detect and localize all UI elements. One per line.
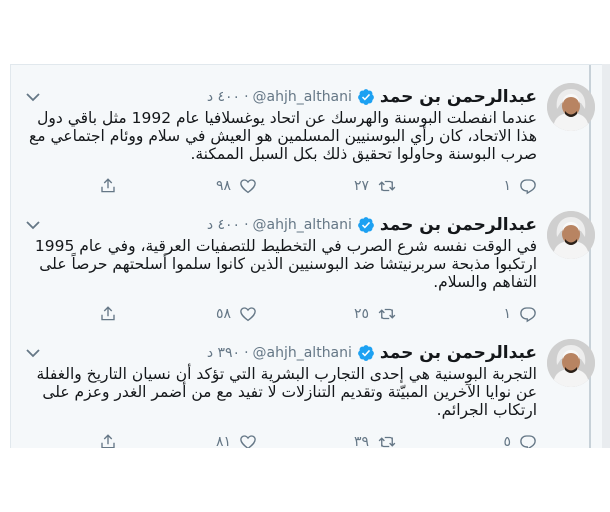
tweet-text: عندما انفصلت البوسنة والهرسك عن اتحاد يو… xyxy=(28,109,537,163)
avatar-photo-icon xyxy=(547,211,595,259)
display-name[interactable]: عبدالرحمن بن حمد xyxy=(380,87,537,107)
tweet-text: في الوقت نفسه شرع الصرب في التخطيط للتصف… xyxy=(34,237,537,291)
chevron-down-icon[interactable] xyxy=(25,89,41,105)
user-handle[interactable]: @ahjh_althani xyxy=(253,345,352,361)
tweet-timestamp[interactable]: ٤٠٠ د xyxy=(207,89,240,105)
reply-button[interactable]: ٥ xyxy=(503,432,537,449)
tweet[interactable]: عبدالرحمن بن حمد @ahjh_althani · ٤٠٠ د ع… xyxy=(11,65,603,195)
tweet-timestamp[interactable]: ٤٠٠ د xyxy=(207,217,240,233)
tweet-header: عبدالرحمن بن حمد @ahjh_althani · ٣٩٠ د xyxy=(21,341,537,365)
reply-count: ١ xyxy=(503,306,511,322)
retweet-count: ٢٥ xyxy=(353,306,369,322)
verified-badge-icon xyxy=(357,344,375,362)
retweet-count: ٢٧ xyxy=(353,178,369,194)
retweet-button[interactable]: ٣٩ xyxy=(354,432,397,449)
like-button[interactable]: ٨١ xyxy=(216,432,257,449)
chevron-down-icon[interactable] xyxy=(25,345,41,361)
user-handle[interactable]: @ahjh_althani xyxy=(253,89,352,105)
heart-icon xyxy=(240,435,256,449)
chevron-down-icon[interactable] xyxy=(25,217,41,233)
separator-dot: · xyxy=(244,89,249,105)
tweet-header: عبدالرحمن بن حمد @ahjh_althani · ٤٠٠ د xyxy=(21,85,537,109)
like-count: ٨١ xyxy=(215,434,231,449)
like-count: ٥٨ xyxy=(215,306,231,322)
avatar[interactable] xyxy=(547,211,595,259)
retweet-icon xyxy=(378,436,396,448)
avatar[interactable] xyxy=(547,83,595,131)
page-top-margin xyxy=(0,0,610,64)
reply-icon xyxy=(520,435,536,449)
verified-badge-icon xyxy=(357,216,375,234)
display-name[interactable]: عبدالرحمن بن حمد xyxy=(380,343,537,363)
tweet[interactable]: عبدالرحمن بن حمد @ahjh_althani · ٣٩٠ د ا… xyxy=(11,321,603,449)
avatar-photo-icon xyxy=(547,339,595,387)
tweet[interactable]: عبدالرحمن بن حمد @ahjh_althani · ٤٠٠ د ف… xyxy=(11,193,603,323)
page-bottom-margin xyxy=(0,448,610,512)
avatar[interactable] xyxy=(547,339,595,387)
tweet-actions: ٥ ٣٩ ٨١ xyxy=(77,432,537,449)
separator-dot: · xyxy=(244,217,249,233)
display-name[interactable]: عبدالرحمن بن حمد xyxy=(380,215,537,235)
separator-dot: · xyxy=(244,345,249,361)
user-handle[interactable]: @ahjh_althani xyxy=(253,217,352,233)
tweet-thread: عبدالرحمن بن حمد @ahjh_althani · ٤٠٠ د ع… xyxy=(10,64,603,449)
avatar-photo-icon xyxy=(547,83,595,131)
reply-count: ٥ xyxy=(503,434,511,449)
tweet-header: عبدالرحمن بن حمد @ahjh_althani · ٤٠٠ د xyxy=(21,213,537,237)
like-count: ٩٨ xyxy=(215,178,231,194)
tweet-text: التجربة البوسنية هي إحدى التجارب البشرية… xyxy=(36,365,537,419)
retweet-count: ٣٩ xyxy=(353,434,369,449)
verified-badge-icon xyxy=(357,88,375,106)
reply-count: ١ xyxy=(503,178,511,194)
scrollbar-track[interactable] xyxy=(602,64,610,448)
share-button[interactable] xyxy=(99,432,117,449)
tweet-timestamp[interactable]: ٣٩٠ د xyxy=(207,345,240,361)
share-icon xyxy=(101,434,115,449)
